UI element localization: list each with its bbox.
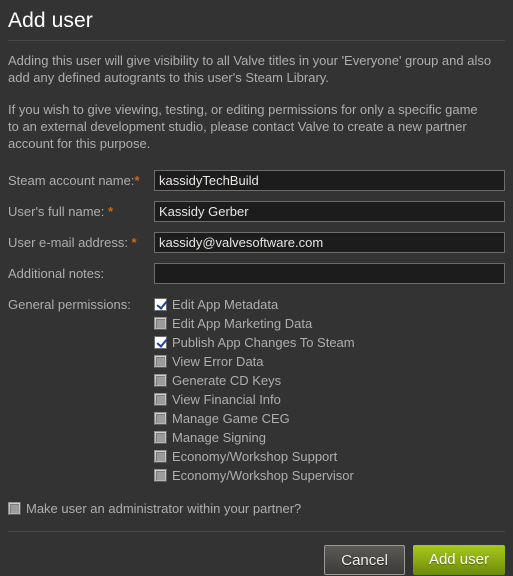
checkbox-economy-workshop-supervisor[interactable] [154,469,167,482]
permission-label: Edit App Marketing Data [172,316,313,331]
permission-label: Edit App Metadata [172,297,279,312]
dialog-footer-buttons: Cancel Add user [0,532,513,575]
label-text: User e-mail address: [8,234,132,250]
label-email: User e-mail address: * [8,235,154,250]
permission-row-economy-workshop-support[interactable]: Economy/Workshop Support [154,448,505,465]
permission-row-publish-app-changes-to-steam[interactable]: Publish App Changes To Steam [154,334,505,351]
permission-row-view-financial-info[interactable]: View Financial Info [154,391,505,408]
checkbox-view-error-data[interactable] [154,355,167,368]
permission-row-generate-cd-keys[interactable]: Generate CD Keys [154,372,505,389]
field-row-full-name: User's full name: * [8,200,505,222]
label-text: User's full name: [8,203,109,219]
permission-row-view-error-data[interactable]: View Error Data [154,353,505,370]
checkbox-make-user-administrator[interactable] [8,502,21,515]
checkbox-publish-app-changes-to-steam[interactable] [154,336,167,349]
cancel-button[interactable]: Cancel [324,545,405,575]
intro-text: Adding this user will give visibility to… [0,52,513,152]
checkbox-manage-signing[interactable] [154,431,167,444]
permission-label: Economy/Workshop Supervisor [172,468,354,483]
permission-row-economy-workshop-supervisor[interactable]: Economy/Workshop Supervisor [154,467,505,484]
permission-label: View Error Data [172,354,264,369]
checkbox-manage-game-ceg[interactable] [154,412,167,425]
email-input[interactable] [154,231,505,253]
checkbox-generate-cd-keys[interactable] [154,374,167,387]
add-user-form: Steam account name:* User's full name: *… [0,169,513,486]
permission-label: View Financial Info [172,392,281,407]
label-additional-notes: Additional notes: [8,266,154,281]
label-text: Steam account name: [8,172,135,188]
page-title: Add user [8,9,93,32]
permission-label: Manage Signing [172,430,266,445]
label-full-name: User's full name: * [8,204,154,219]
required-asterisk: * [108,203,114,219]
permission-row-manage-signing[interactable]: Manage Signing [154,429,505,446]
intro-paragraph-1: Adding this user will give visibility to… [8,53,492,85]
permission-row-manage-game-ceg[interactable]: Manage Game CEG [154,410,505,427]
checkbox-edit-app-marketing-data[interactable] [154,317,167,330]
header-divider [8,40,505,41]
permission-label: Manage Game CEG [172,411,290,426]
add-user-button[interactable]: Add user [412,545,505,575]
checkbox-view-financial-info[interactable] [154,393,167,406]
admin-label: Make user an administrator within your p… [26,501,302,516]
permission-label: Economy/Workshop Support [172,449,338,464]
permission-label: Generate CD Keys [172,373,282,388]
intro-paragraph-2: If you wish to give viewing, testing, or… [8,102,478,151]
label-steam-account-name: Steam account name:* [8,173,154,188]
field-row-steam-account-name: Steam account name:* [8,169,505,191]
checkbox-economy-workshop-support[interactable] [154,450,167,463]
checkbox-edit-app-metadata[interactable] [154,298,167,311]
required-asterisk: * [134,172,140,188]
permission-row-edit-app-metadata[interactable]: Edit App Metadata [154,296,505,313]
field-row-additional-notes: Additional notes: [8,262,505,284]
steam-account-name-input[interactable] [154,169,505,191]
required-asterisk: * [131,234,137,250]
full-name-input[interactable] [154,200,505,222]
label-text: Additional notes: [8,265,105,281]
add-user-dialog: Add user Adding this user will give visi… [0,0,513,575]
field-row-email: User e-mail address: * [8,231,505,253]
additional-notes-input[interactable] [154,262,505,284]
permission-label: Publish App Changes To Steam [172,335,355,350]
general-permissions-section: General permissions: Edit App Metadata E… [8,296,505,486]
permission-row-edit-app-marketing-data[interactable]: Edit App Marketing Data [154,315,505,332]
permissions-list: Edit App Metadata Edit App Marketing Dat… [154,296,505,486]
label-general-permissions: General permissions: [8,297,131,312]
admin-row[interactable]: Make user an administrator within your p… [0,500,513,517]
